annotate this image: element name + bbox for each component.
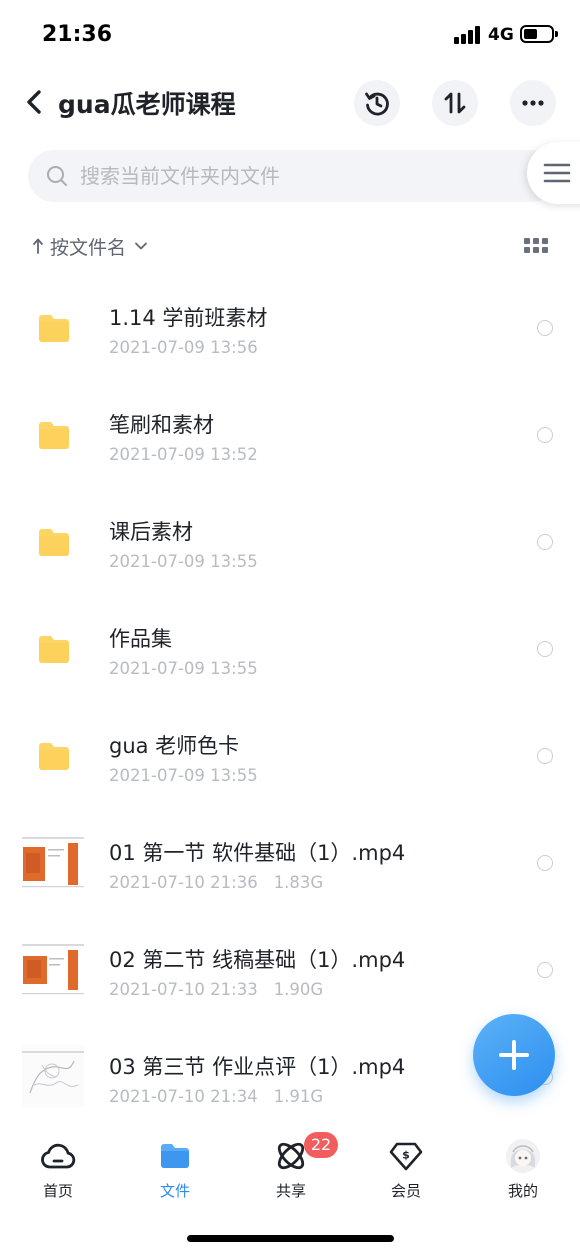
file-meta: 2021-07-09 13:55 (109, 766, 258, 785)
history-button[interactable] (354, 80, 400, 126)
nav-item-vip[interactable]: $ 会员 (366, 1134, 446, 1204)
network-label: 4G (488, 25, 514, 45)
share-badge: 22 (304, 1132, 338, 1158)
history-icon (365, 92, 389, 116)
folder-icon (39, 636, 69, 663)
file-list: 1.14 学前班素材 2021-07-09 13:56 笔刷和素材 2021-0… (0, 274, 580, 1130)
select-radio[interactable] (537, 320, 553, 336)
file-row[interactable]: 作品集 2021-07-09 13:55 (0, 595, 580, 702)
transfer-button[interactable] (432, 80, 478, 126)
file-row[interactable]: 课后素材 2021-07-09 13:55 (0, 488, 580, 595)
cloud-icon (41, 1143, 76, 1169)
select-radio[interactable] (537, 748, 553, 764)
signal-strength-icon (454, 26, 482, 44)
file-meta: 2021-07-10 21:34 1.91G (109, 1087, 323, 1106)
chevron-left-icon (27, 90, 41, 114)
folder-icon (39, 422, 69, 449)
select-radio[interactable] (537, 855, 553, 871)
file-name: 作品集 (109, 627, 172, 651)
search-icon (47, 166, 67, 186)
header: gua瓜老师课程 (0, 70, 580, 136)
hamburger-icon (543, 163, 571, 183)
nav-label: 文件 (159, 1182, 190, 1200)
file-row[interactable]: 02 第二节 线稿基础（1）.mp4 2021-07-10 21:33 1.90G (0, 916, 580, 1023)
file-date: 2021-07-09 13:55 (109, 552, 258, 571)
nav-item-files[interactable]: 文件 (135, 1134, 215, 1204)
file-size: 1.90G (273, 980, 324, 999)
grid-view-icon (524, 238, 548, 253)
video-thumbnail (22, 831, 84, 893)
nav-item-profile[interactable]: 我的 (483, 1134, 563, 1204)
folder-icon (39, 315, 69, 342)
search-input[interactable] (78, 163, 462, 189)
battery-icon (520, 25, 558, 43)
file-row[interactable]: 1.14 学前班素材 2021-07-09 13:56 (0, 274, 580, 381)
file-name: 课后素材 (109, 520, 193, 544)
transfer-icon (444, 92, 466, 114)
page-title: gua瓜老师课程 (58, 90, 236, 119)
chevron-down-icon (135, 242, 147, 250)
status-time: 21:36 (42, 22, 113, 47)
file-date: 2021-07-09 13:55 (109, 659, 258, 678)
file-name: 02 第二节 线稿基础（1）.mp4 (109, 948, 406, 972)
plus-icon (499, 1040, 529, 1070)
video-thumbnail (22, 938, 84, 1000)
home-indicator (187, 1235, 394, 1242)
file-size: 1.91G (273, 1087, 324, 1106)
select-radio[interactable] (537, 962, 553, 978)
svg-text:$: $ (402, 1149, 410, 1162)
sort-arrow-up-icon (33, 238, 43, 254)
file-row[interactable]: 笔刷和素材 2021-07-09 13:52 (0, 381, 580, 488)
sort-selector[interactable]: 按文件名 (32, 230, 148, 262)
sort-label: 按文件名 (50, 236, 127, 259)
file-row[interactable]: 01 第一节 软件基础（1）.mp4 2021-07-10 21:36 1.83G (0, 809, 580, 916)
file-meta: 2021-07-09 13:56 (109, 338, 258, 357)
avatar (506, 1139, 540, 1173)
folder-icon (39, 529, 69, 556)
file-meta: 2021-07-10 21:36 1.83G (109, 873, 323, 892)
file-size: 1.83G (273, 873, 324, 892)
nav-label: 我的 (507, 1182, 538, 1200)
select-radio[interactable] (537, 427, 553, 443)
nav-label: 共享 (275, 1182, 306, 1200)
file-meta: 2021-07-09 13:55 (109, 552, 258, 571)
file-name: 1.14 学前班素材 (109, 306, 268, 330)
more-icon (522, 100, 544, 106)
file-meta: 2021-07-09 13:55 (109, 659, 258, 678)
nav-label: 首页 (42, 1182, 73, 1200)
file-date: 2021-07-10 21:36 (109, 873, 258, 892)
status-bar: 21:36 4G (0, 0, 580, 70)
select-radio[interactable] (537, 534, 553, 550)
file-date: 2021-07-10 21:33 (109, 980, 258, 999)
file-date: 2021-07-09 13:55 (109, 766, 258, 785)
folder-icon (161, 1144, 189, 1168)
file-meta: 2021-07-09 13:52 (109, 445, 258, 464)
file-date: 2021-07-09 13:52 (109, 445, 258, 464)
file-date: 2021-07-09 13:56 (109, 338, 258, 357)
side-menu-button[interactable] (527, 142, 580, 204)
video-thumbnail (22, 1045, 84, 1107)
more-button[interactable] (510, 80, 556, 126)
nav-item-home[interactable]: 首页 (18, 1134, 98, 1204)
grid-view-toggle[interactable] (522, 235, 550, 257)
vip-diamond-icon: $ (389, 1142, 423, 1171)
folder-icon (39, 743, 69, 770)
search-bar[interactable] (28, 150, 558, 202)
file-name: 03 第三节 作业点评（1）.mp4 (109, 1055, 406, 1079)
back-button[interactable] (16, 80, 52, 124)
add-button[interactable] (473, 1014, 555, 1096)
file-name: 01 第一节 软件基础（1）.mp4 (109, 841, 406, 865)
file-date: 2021-07-10 21:34 (109, 1087, 258, 1106)
file-meta: 2021-07-10 21:33 1.90G (109, 980, 323, 999)
select-radio[interactable] (537, 641, 553, 657)
file-name: 笔刷和素材 (109, 413, 214, 437)
file-row[interactable]: gua 老师色卡 2021-07-09 13:55 (0, 702, 580, 809)
nav-label: 会员 (390, 1182, 421, 1200)
file-name: gua 老师色卡 (109, 734, 240, 758)
